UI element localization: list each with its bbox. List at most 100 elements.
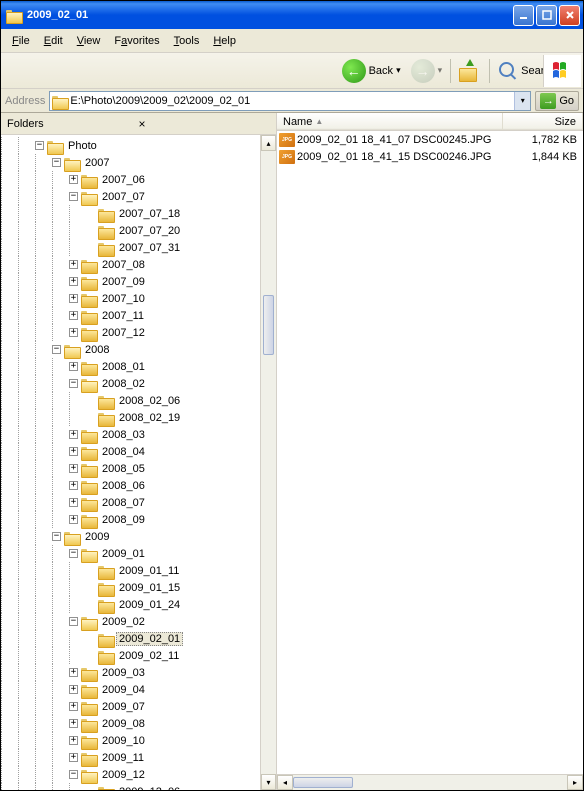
expand-icon[interactable]: + (69, 668, 78, 677)
tree-node[interactable]: +2009_08 (1, 715, 260, 732)
expand-icon[interactable]: + (69, 719, 78, 728)
tree-node[interactable]: +2008_09 (1, 511, 260, 528)
folders-pane-close-icon[interactable]: × (139, 117, 271, 131)
file-row[interactable]: 2009_02_01 18_41_07 DSC00245.JPG1,782 KB (277, 131, 583, 148)
tree-node[interactable]: 2009_01_24 (1, 596, 260, 613)
collapse-icon[interactable]: − (52, 345, 61, 354)
tree-node[interactable]: 2009_02_01 (1, 630, 260, 647)
tree-node[interactable]: −2008 (1, 341, 260, 358)
tree-node[interactable]: −2007_07 (1, 188, 260, 205)
scroll-right-icon[interactable]: ▸ (567, 775, 583, 790)
expand-icon[interactable]: + (69, 498, 78, 507)
tree-node[interactable]: +2009_10 (1, 732, 260, 749)
tree-node[interactable]: +2007_09 (1, 273, 260, 290)
tree-node[interactable]: 2009_01_15 (1, 579, 260, 596)
expand-icon[interactable]: + (69, 685, 78, 694)
tree-node[interactable]: +2007_06 (1, 171, 260, 188)
expand-icon[interactable]: + (69, 362, 78, 371)
menu-file[interactable]: File (5, 32, 37, 50)
file-list[interactable]: 2009_02_01 18_41_07 DSC00245.JPG1,782 KB… (277, 131, 583, 774)
address-input[interactable] (70, 95, 514, 107)
tree-node[interactable]: +2009_03 (1, 664, 260, 681)
address-field[interactable]: ▾ (49, 91, 531, 111)
tree-node[interactable]: +2007_10 (1, 290, 260, 307)
expand-icon[interactable]: + (69, 277, 78, 286)
collapse-icon[interactable]: − (69, 770, 78, 779)
tree-node[interactable]: −2009 (1, 528, 260, 545)
menu-help[interactable]: Help (206, 32, 243, 50)
expand-icon[interactable]: + (69, 447, 78, 456)
column-size[interactable]: Size (503, 113, 583, 130)
tree-node[interactable]: +2007_08 (1, 256, 260, 273)
tree-node[interactable]: +2008_07 (1, 494, 260, 511)
tree-node[interactable]: +2009_07 (1, 698, 260, 715)
collapse-icon[interactable]: − (69, 379, 78, 388)
expand-icon[interactable]: + (69, 430, 78, 439)
collapse-icon[interactable]: − (52, 532, 61, 541)
tree-node[interactable]: +2008_03 (1, 426, 260, 443)
minimize-button[interactable] (513, 5, 534, 26)
expand-icon[interactable]: + (69, 175, 78, 184)
scroll-thumb[interactable] (293, 777, 353, 788)
expand-icon[interactable]: + (69, 328, 78, 337)
expand-icon[interactable]: + (69, 481, 78, 490)
tree-node[interactable]: 2009_02_11 (1, 647, 260, 664)
tree-node[interactable]: −Photo (1, 137, 260, 154)
tree-node[interactable]: +2009_11 (1, 749, 260, 766)
tree-node[interactable]: +2007_12 (1, 324, 260, 341)
scroll-up-icon[interactable]: ▴ (261, 135, 276, 151)
expand-icon[interactable]: + (69, 260, 78, 269)
tree-node[interactable]: −2007 (1, 154, 260, 171)
forward-button[interactable]: → ▾ (406, 56, 448, 86)
menu-favorites[interactable]: Favorites (107, 32, 166, 50)
tree-node[interactable]: 2009_01_11 (1, 562, 260, 579)
tree-node[interactable]: +2008_05 (1, 460, 260, 477)
expand-icon[interactable]: + (69, 736, 78, 745)
tree-node[interactable]: 2008_02_19 (1, 409, 260, 426)
address-dropdown-icon[interactable]: ▾ (514, 92, 530, 110)
expand-icon[interactable]: + (69, 515, 78, 524)
maximize-button[interactable] (536, 5, 557, 26)
menu-tools[interactable]: Tools (167, 32, 207, 50)
titlebar[interactable]: 2009_02_01 (1, 1, 583, 29)
expand-icon[interactable]: + (69, 294, 78, 303)
tree-node[interactable]: −2009_01 (1, 545, 260, 562)
tree-node[interactable]: 2007_07_31 (1, 239, 260, 256)
tree-node[interactable]: 2009_12_06 (1, 783, 260, 790)
collapse-icon[interactable]: − (52, 158, 61, 167)
column-name[interactable]: Name ▲ (277, 113, 503, 130)
tree-node[interactable]: 2007_07_20 (1, 222, 260, 239)
collapse-icon[interactable]: − (69, 617, 78, 626)
menu-view[interactable]: View (70, 32, 108, 50)
tree-node[interactable]: +2008_01 (1, 358, 260, 375)
tree-scrollbar[interactable]: ▴ ▾ (260, 135, 276, 790)
expand-icon[interactable]: + (69, 464, 78, 473)
tree-node[interactable]: +2008_04 (1, 443, 260, 460)
tree-node[interactable]: 2007_07_18 (1, 205, 260, 222)
tree-node[interactable]: −2008_02 (1, 375, 260, 392)
expand-icon[interactable]: + (69, 702, 78, 711)
close-button[interactable] (559, 5, 580, 26)
scroll-left-icon[interactable]: ◂ (277, 775, 293, 790)
folder-icon (81, 751, 97, 765)
folder-tree[interactable]: −Photo−2007+2007_06−2007_072007_07_18200… (1, 135, 276, 790)
tree-node[interactable]: 2008_02_06 (1, 392, 260, 409)
tree-node[interactable]: +2009_04 (1, 681, 260, 698)
collapse-icon[interactable]: − (69, 549, 78, 558)
tree-node[interactable]: +2008_06 (1, 477, 260, 494)
collapse-icon[interactable]: − (69, 192, 78, 201)
scroll-thumb[interactable] (263, 295, 274, 355)
back-button[interactable]: ← Back ▾ (337, 56, 406, 86)
scroll-down-icon[interactable]: ▾ (261, 774, 276, 790)
tree-node[interactable]: +2007_11 (1, 307, 260, 324)
expand-icon[interactable]: + (69, 753, 78, 762)
list-h-scrollbar[interactable]: ◂ ▸ (277, 774, 583, 790)
file-row[interactable]: 2009_02_01 18_41_15 DSC00246.JPG1,844 KB (277, 148, 583, 165)
go-button[interactable]: → Go (535, 91, 579, 111)
tree-node[interactable]: −2009_02 (1, 613, 260, 630)
collapse-icon[interactable]: − (35, 141, 44, 150)
menu-edit[interactable]: Edit (37, 32, 70, 50)
up-button[interactable] (454, 56, 486, 86)
expand-icon[interactable]: + (69, 311, 78, 320)
tree-node[interactable]: −2009_12 (1, 766, 260, 783)
